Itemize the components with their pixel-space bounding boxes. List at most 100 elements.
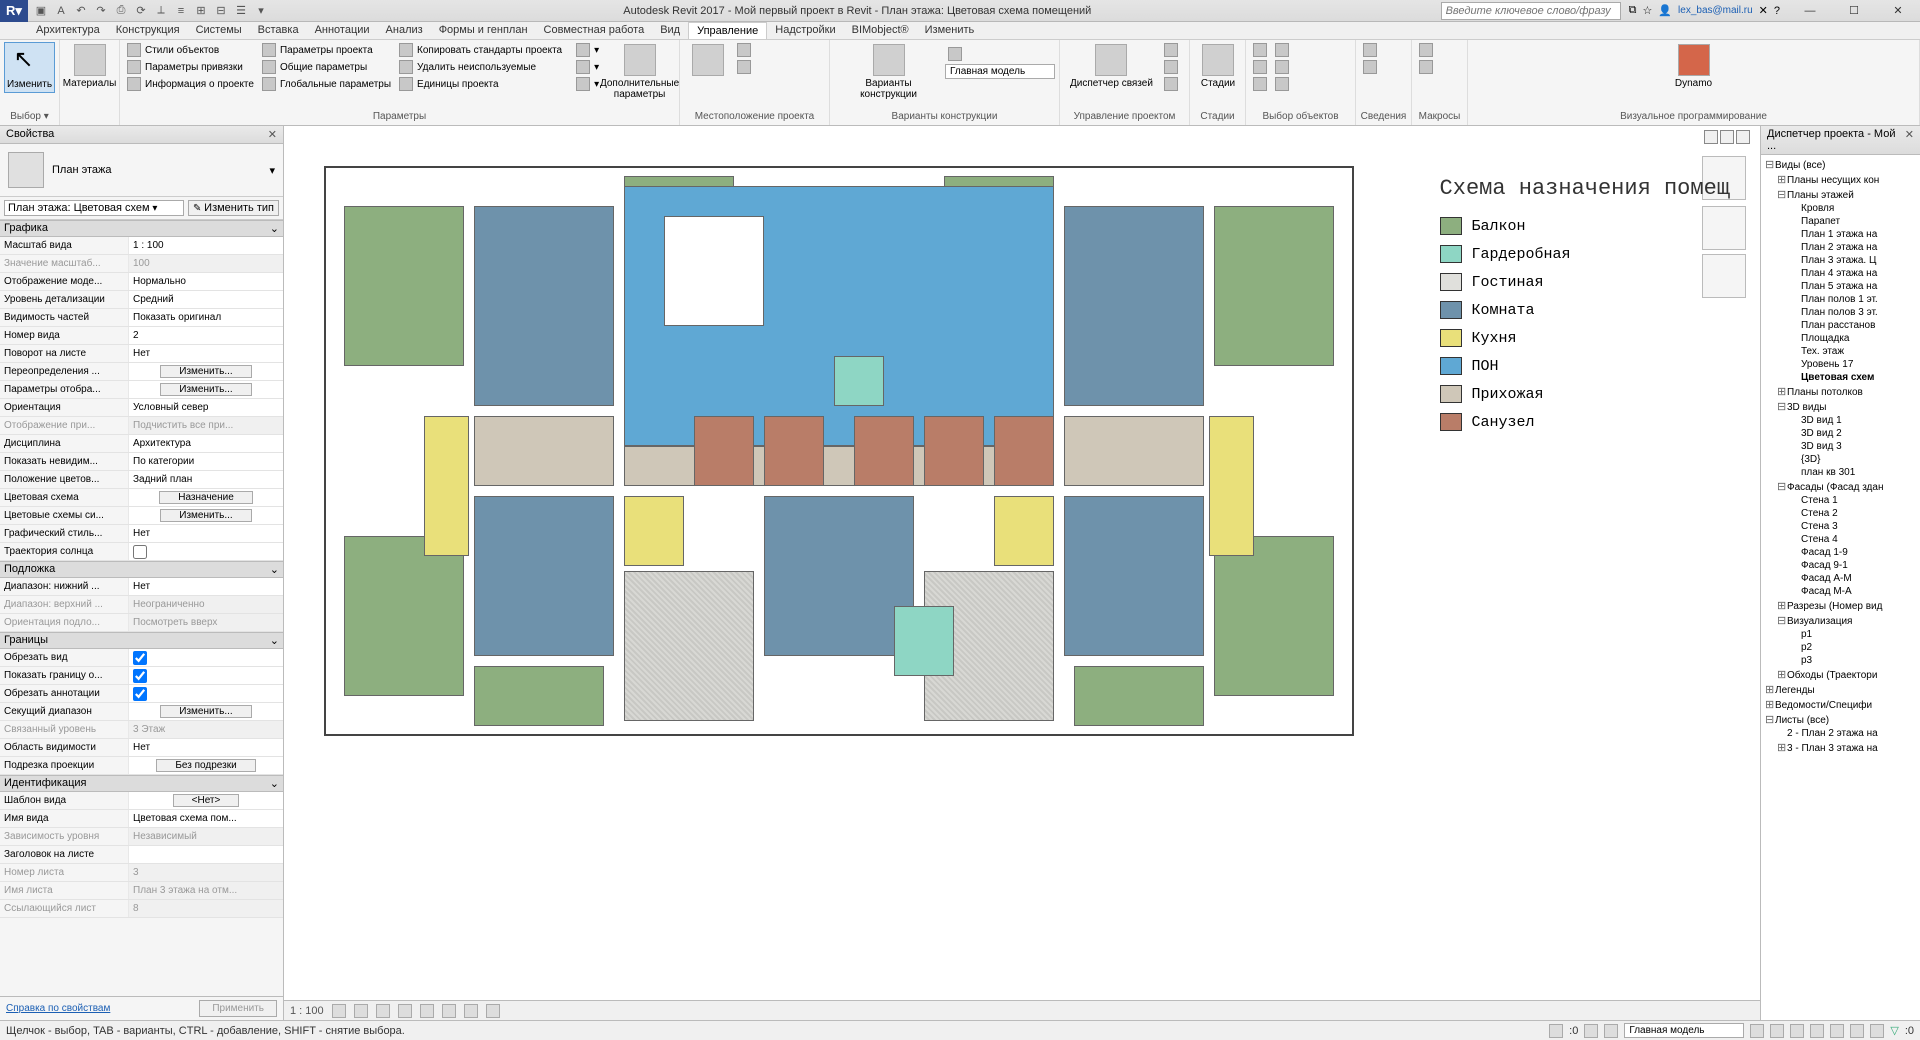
prop-value[interactable]: Нет bbox=[128, 345, 283, 362]
tree-node[interactable]: План расстанов bbox=[1763, 319, 1918, 332]
qat-print-icon[interactable]: ⎙ bbox=[112, 2, 130, 20]
units-button[interactable]: Единицы проекта bbox=[396, 76, 565, 92]
properties-help-link[interactable]: Справка по свойствам bbox=[6, 1003, 110, 1014]
qat-measure-icon[interactable]: ⟂ bbox=[152, 2, 170, 20]
close-icon[interactable]: ✕ bbox=[268, 128, 277, 141]
project-tree[interactable]: ⊟Виды (все)⊞Планы несущих кон⊟Планы этаж… bbox=[1761, 155, 1920, 1020]
prop-row[interactable]: Показать границу о... bbox=[0, 667, 283, 685]
tree-node[interactable]: ⊞Обходы (Траектори bbox=[1763, 667, 1918, 682]
prop-row[interactable]: Траектория солнца bbox=[0, 543, 283, 561]
sb-filter-icon[interactable] bbox=[1750, 1024, 1764, 1038]
prop-row[interactable]: Имя листаПлан 3 этажа на отм... bbox=[0, 882, 283, 900]
tree-node[interactable]: Стена 4 bbox=[1763, 533, 1918, 546]
tree-node[interactable]: p1 bbox=[1763, 628, 1918, 641]
sun-path-icon[interactable] bbox=[376, 1004, 390, 1018]
signin-icon[interactable]: 👤 bbox=[1658, 4, 1672, 17]
prop-value[interactable]: Изменить... bbox=[128, 363, 283, 380]
prop-value[interactable]: 2 bbox=[128, 327, 283, 344]
floor-plan-view[interactable] bbox=[324, 166, 1354, 736]
prop-row[interactable]: Диапазон: нижний ...Нет bbox=[0, 578, 283, 596]
prop-row[interactable]: ДисциплинаАрхитектура bbox=[0, 435, 283, 453]
sb-icon[interactable] bbox=[1584, 1024, 1598, 1038]
prop-row[interactable]: Цветовые схемы си...Изменить... bbox=[0, 507, 283, 525]
prop-value[interactable]: Нет bbox=[128, 578, 283, 595]
sb-select-icon[interactable] bbox=[1770, 1024, 1784, 1038]
property-grid[interactable]: Графика⌄Масштаб вида1 : 100Значение масш… bbox=[0, 220, 283, 996]
prop-row[interactable]: Подрезка проекцииБез подрезки bbox=[0, 757, 283, 775]
close-button[interactable]: ✕ bbox=[1876, 0, 1920, 22]
tree-node[interactable]: 3D вид 3 bbox=[1763, 440, 1918, 453]
prop-value[interactable]: Нет bbox=[128, 739, 283, 756]
qat-save-icon[interactable]: A bbox=[52, 2, 70, 20]
prop-value[interactable] bbox=[128, 846, 283, 863]
tree-node[interactable]: Фасад 9-1 bbox=[1763, 559, 1918, 572]
reveal-icon[interactable] bbox=[486, 1004, 500, 1018]
sb-count-icon[interactable] bbox=[1870, 1024, 1884, 1038]
shadows-icon[interactable] bbox=[398, 1004, 412, 1018]
prop-value[interactable]: 100 bbox=[128, 255, 283, 272]
sb-face-icon[interactable] bbox=[1850, 1024, 1864, 1038]
tab-Изменить[interactable]: Изменить bbox=[917, 22, 983, 39]
tree-node[interactable]: План 5 этажа на bbox=[1763, 280, 1918, 293]
tree-node[interactable]: ⊞3 - План 3 этажа на bbox=[1763, 740, 1918, 755]
tab-Вставка[interactable]: Вставка bbox=[250, 22, 307, 39]
snap-params-button[interactable]: Параметры привязки bbox=[124, 59, 257, 75]
tab-Аннотации[interactable]: Аннотации bbox=[307, 22, 378, 39]
hide-icon[interactable] bbox=[464, 1004, 478, 1018]
mep-settings-button[interactable]: ▾ bbox=[573, 59, 602, 75]
tree-node[interactable]: План 2 этажа на bbox=[1763, 241, 1918, 254]
prop-group[interactable]: Подложка⌄ bbox=[0, 561, 283, 578]
prop-checkbox[interactable] bbox=[133, 545, 147, 559]
drawing-canvas[interactable]: Схема назначения помещ БалконГардеробная… bbox=[284, 126, 1760, 1020]
tab-Конструкция[interactable]: Конструкция bbox=[108, 22, 188, 39]
prop-row[interactable]: Видимость частейПоказать оригинал bbox=[0, 309, 283, 327]
copy-standards-button[interactable]: Копировать стандарты проекта bbox=[396, 42, 565, 58]
prop-value[interactable]: Условный север bbox=[128, 399, 283, 416]
tree-node[interactable]: Парапет bbox=[1763, 215, 1918, 228]
prop-row[interactable]: Ориентация подло...Посмотреть вверх bbox=[0, 614, 283, 632]
prop-value[interactable]: Посмотреть вверх bbox=[128, 614, 283, 631]
prop-value[interactable]: 8 bbox=[128, 900, 283, 917]
star-icon[interactable]: ☆ bbox=[1642, 4, 1652, 17]
prop-row[interactable]: Область видимостиНет bbox=[0, 739, 283, 757]
prop-row[interactable]: Отображение моде...Нормально bbox=[0, 273, 283, 291]
user-account[interactable]: lex_bas@mail.ru bbox=[1678, 5, 1753, 16]
dynamo-button[interactable]: Dynamo bbox=[1669, 42, 1718, 91]
tree-node[interactable]: Фасад А-М bbox=[1763, 572, 1918, 585]
sb-drag-icon[interactable] bbox=[1830, 1024, 1844, 1038]
tree-node[interactable]: Уровень 17 bbox=[1763, 358, 1918, 371]
prop-value[interactable]: Без подрезки bbox=[128, 757, 283, 774]
link-manager-button[interactable]: Диспетчер связей bbox=[1064, 42, 1159, 91]
sb-pin-icon[interactable] bbox=[1810, 1024, 1824, 1038]
tab-Надстройки[interactable]: Надстройки bbox=[767, 22, 843, 39]
struct-settings-button[interactable]: ▾ bbox=[573, 42, 602, 58]
design-options-button[interactable]: Варианты конструкции bbox=[834, 42, 943, 102]
view-close-icon[interactable] bbox=[1736, 130, 1750, 144]
view-home-icon[interactable] bbox=[1704, 130, 1718, 144]
qat-undo-icon[interactable]: ↶ bbox=[72, 2, 90, 20]
prop-row[interactable]: Цветовая схемаНазначение bbox=[0, 489, 283, 507]
sb-icon[interactable] bbox=[1604, 1024, 1618, 1038]
prop-row[interactable]: Имя видаЦветовая схема пом... bbox=[0, 810, 283, 828]
tab-Совместная работа[interactable]: Совместная работа bbox=[536, 22, 653, 39]
tree-node[interactable]: ⊞Планы потолков bbox=[1763, 384, 1918, 399]
prop-row[interactable]: Секущий диапазонИзменить... bbox=[0, 703, 283, 721]
prop-value[interactable]: Показать оригинал bbox=[128, 309, 283, 326]
prop-row[interactable]: Заголовок на листе bbox=[0, 846, 283, 864]
prop-value[interactable]: Независимый bbox=[128, 828, 283, 845]
prop-edit-button[interactable]: <Нет> bbox=[173, 794, 240, 807]
tree-node[interactable]: План 1 этажа на bbox=[1763, 228, 1918, 241]
prop-row[interactable]: Зависимость уровняНезависимый bbox=[0, 828, 283, 846]
tree-node[interactable]: ⊟Фасады (Фасад здан bbox=[1763, 479, 1918, 494]
prop-value[interactable]: Изменить... bbox=[128, 703, 283, 720]
prop-group[interactable]: Границы⌄ bbox=[0, 632, 283, 649]
help-icon[interactable]: ? bbox=[1774, 5, 1780, 17]
global-params-button[interactable]: Глобальные параметры bbox=[259, 76, 394, 92]
tab-Анализ[interactable]: Анализ bbox=[378, 22, 431, 39]
prop-edit-button[interactable]: Изменить... bbox=[160, 705, 251, 718]
tree-node[interactable]: Стена 2 bbox=[1763, 507, 1918, 520]
view-tile-icon[interactable] bbox=[1720, 130, 1734, 144]
tree-node[interactable]: ⊟Планы этажей bbox=[1763, 187, 1918, 202]
instance-combo[interactable]: План этажа: Цветовая схем ▾ bbox=[4, 200, 184, 216]
prop-row[interactable]: Ссылающийся лист8 bbox=[0, 900, 283, 918]
